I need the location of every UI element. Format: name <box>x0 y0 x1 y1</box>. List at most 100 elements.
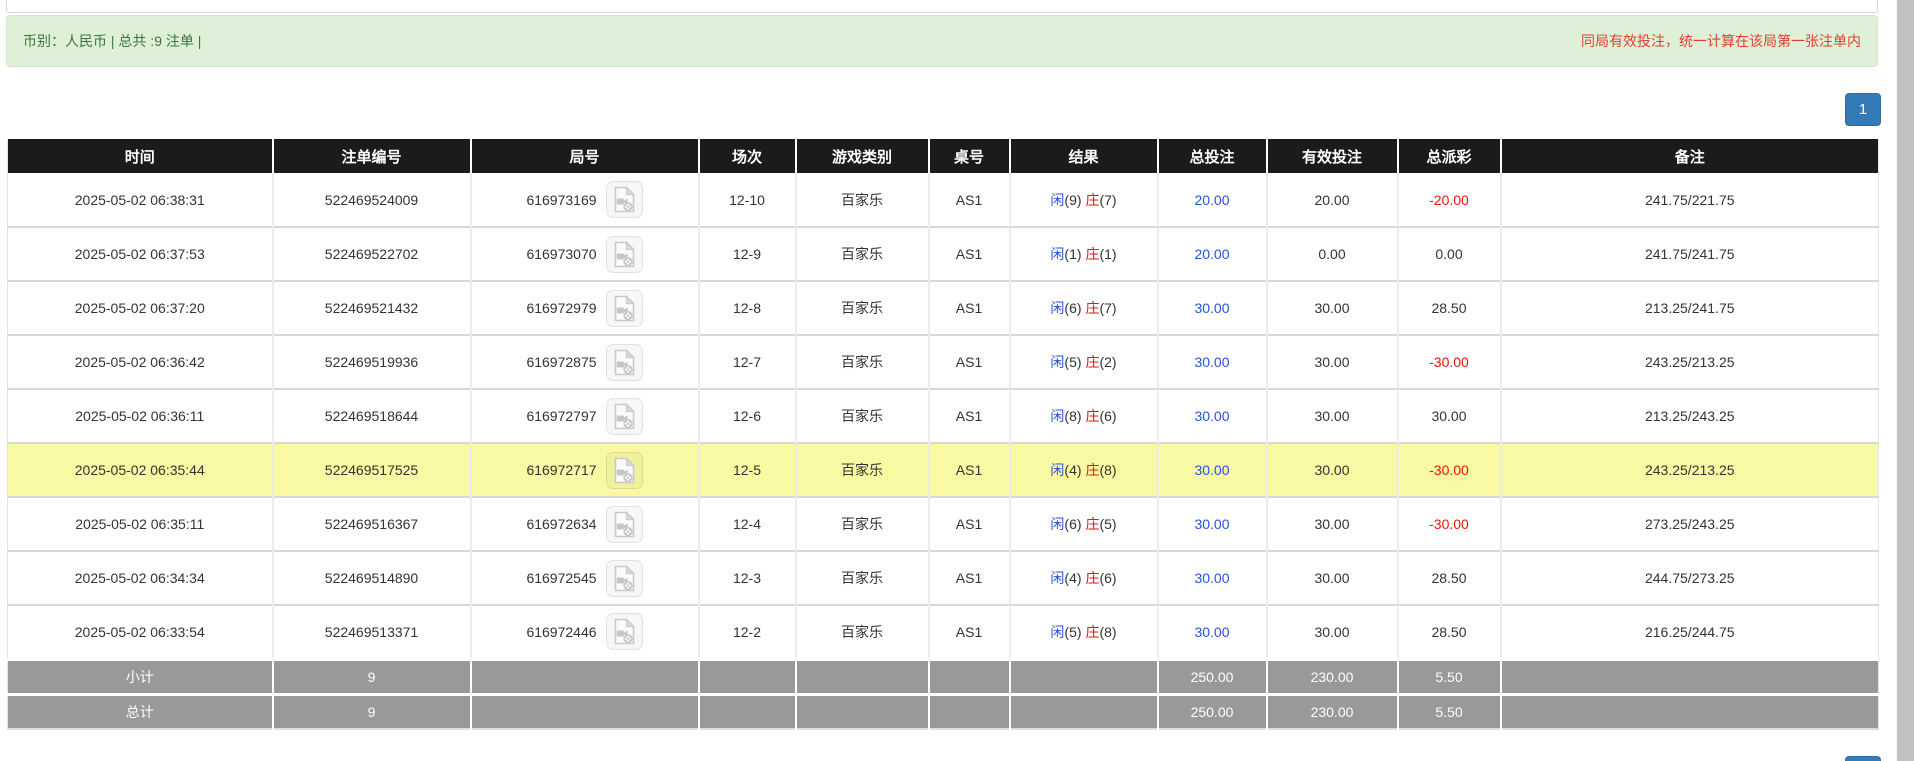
cell-valid-bet: 30.00 <box>1267 605 1398 659</box>
total-bet-link[interactable]: 30.00 <box>1194 624 1229 640</box>
cell-game-type: 百家乐 <box>796 227 929 281</box>
total-bet-link[interactable]: 20.00 <box>1194 246 1229 262</box>
cell-total-bet[interactable]: 20.00 <box>1158 227 1267 281</box>
cell-table-no: AS1 <box>929 605 1010 659</box>
cell-bet-id: 522469516367 <box>273 497 471 551</box>
video-replay-button[interactable] <box>606 344 643 381</box>
video-file-icon <box>613 403 636 430</box>
cell-time: 2025-05-02 06:35:11 <box>8 497 273 551</box>
cell-total-bet[interactable]: 30.00 <box>1158 551 1267 605</box>
cell-total-bet[interactable]: 30.00 <box>1158 497 1267 551</box>
result-banker-label: 庄 <box>1085 354 1099 370</box>
cell-subtotal-valid-bet: 230.00 <box>1267 659 1398 694</box>
video-replay-button[interactable] <box>606 452 643 489</box>
video-replay-button[interactable] <box>606 560 643 597</box>
cell-total-bet[interactable]: 30.00 <box>1158 389 1267 443</box>
result-player-label: 闲 <box>1050 192 1064 208</box>
pagination-page-1-bottom[interactable]: 1 <box>1845 756 1881 761</box>
cell-session: 12-4 <box>699 497 796 551</box>
total-bet-link[interactable]: 30.00 <box>1194 462 1229 478</box>
total-bet-link[interactable]: 30.00 <box>1194 408 1229 424</box>
cell-total-bet[interactable]: 30.00 <box>1158 605 1267 659</box>
video-replay-button[interactable] <box>606 506 643 543</box>
cell-total-remark <box>1501 694 1879 729</box>
summary-alert-bar: 币别：人民币 | 总共 :9 注单 | 同局有效投注，统一计算在该局第一张注单内 <box>6 15 1878 67</box>
cell-table-no: AS1 <box>929 227 1010 281</box>
total-bet-link[interactable]: 30.00 <box>1194 570 1229 586</box>
cell-game-type: 百家乐 <box>796 335 929 389</box>
cell-bet-id: 522469519936 <box>273 335 471 389</box>
cell-game-type: 百家乐 <box>796 605 929 659</box>
cell-bet-id: 522469514890 <box>273 551 471 605</box>
cell-valid-bet: 30.00 <box>1267 281 1398 335</box>
cell-subtotal-game-type <box>796 659 929 694</box>
round-id-value: 616973169 <box>526 192 596 208</box>
round-id-group: 616972717 <box>526 452 642 489</box>
total-bet-link[interactable]: 30.00 <box>1194 516 1229 532</box>
cell-total-valid-bet: 230.00 <box>1267 694 1398 729</box>
cell-total-result <box>1010 694 1158 729</box>
cell-session: 12-7 <box>699 335 796 389</box>
cell-session: 12-8 <box>699 281 796 335</box>
result-banker-label: 庄 <box>1085 408 1099 424</box>
round-id-group: 616972875 <box>526 344 642 381</box>
cell-remark: 243.25/213.25 <box>1501 443 1879 497</box>
video-file-icon <box>613 349 636 376</box>
vertical-scrollbar-thumb[interactable] <box>1897 0 1914 761</box>
cell-remark: 213.25/241.75 <box>1501 281 1879 335</box>
cell-payout: 28.50 <box>1398 551 1501 605</box>
cell-session: 12-10 <box>699 173 796 227</box>
result-banker-points: (7) <box>1099 300 1116 316</box>
cell-round-id: 616972545 <box>471 551 699 605</box>
cell-valid-bet: 0.00 <box>1267 227 1398 281</box>
cell-game-type: 百家乐 <box>796 173 929 227</box>
cell-valid-bet: 30.00 <box>1267 389 1398 443</box>
cell-bet-id: 522469522702 <box>273 227 471 281</box>
result-player-points: (4) <box>1064 462 1081 478</box>
cell-total-bet[interactable]: 30.00 <box>1158 281 1267 335</box>
cell-total-total-bet: 250.00 <box>1158 694 1267 729</box>
cell-payout: -20.00 <box>1398 173 1501 227</box>
video-replay-button[interactable] <box>606 181 643 218</box>
cell-subtotal-bet-id: 9 <box>273 659 471 694</box>
result-banker-points: (5) <box>1099 516 1116 532</box>
video-replay-button[interactable] <box>606 236 643 273</box>
cell-remark: 216.25/244.75 <box>1501 605 1879 659</box>
round-id-group: 616972979 <box>526 290 642 327</box>
round-id-group: 616972634 <box>526 506 642 543</box>
cell-payout: 30.00 <box>1398 389 1501 443</box>
column-header-2: 注单编号 <box>273 139 471 173</box>
cell-valid-bet: 30.00 <box>1267 335 1398 389</box>
bet-records-table: 时间注单编号局号场次游戏类别桌号结果总投注有效投注总派彩备注 2025-05-0… <box>7 139 1879 730</box>
cell-time: 2025-05-02 06:38:31 <box>8 173 273 227</box>
cell-total-bet[interactable]: 30.00 <box>1158 335 1267 389</box>
cell-payout: 28.50 <box>1398 605 1501 659</box>
table-row: 2025-05-02 06:36:42522469519936616972875… <box>8 335 1879 389</box>
video-file-icon <box>613 295 636 322</box>
result-player-points: (6) <box>1064 300 1081 316</box>
round-id-value: 616972979 <box>526 300 596 316</box>
cell-total-bet[interactable]: 30.00 <box>1158 443 1267 497</box>
cell-result: 闲(5) 庄(8) <box>1010 605 1158 659</box>
cell-result: 闲(4) 庄(6) <box>1010 551 1158 605</box>
cell-session: 12-9 <box>699 227 796 281</box>
video-replay-button[interactable] <box>606 398 643 435</box>
total-bet-link[interactable]: 30.00 <box>1194 354 1229 370</box>
cell-time: 2025-05-02 06:36:11 <box>8 389 273 443</box>
round-id-value: 616972717 <box>526 462 596 478</box>
cell-bet-id: 522469518644 <box>273 389 471 443</box>
total-bet-link[interactable]: 20.00 <box>1194 192 1229 208</box>
result-banker-label: 庄 <box>1085 246 1099 262</box>
round-id-group: 616972797 <box>526 398 642 435</box>
column-header-10: 总派彩 <box>1398 139 1501 173</box>
cell-table-no: AS1 <box>929 173 1010 227</box>
total-bet-link[interactable]: 30.00 <box>1194 300 1229 316</box>
video-replay-button[interactable] <box>606 290 643 327</box>
cell-total-bet[interactable]: 20.00 <box>1158 173 1267 227</box>
video-replay-button[interactable] <box>606 613 643 650</box>
result-player-label: 闲 <box>1050 462 1064 478</box>
column-header-11: 备注 <box>1501 139 1879 173</box>
cell-table-no: AS1 <box>929 497 1010 551</box>
result-player-label: 闲 <box>1050 354 1064 370</box>
pagination-page-1-top[interactable]: 1 <box>1845 93 1881 126</box>
